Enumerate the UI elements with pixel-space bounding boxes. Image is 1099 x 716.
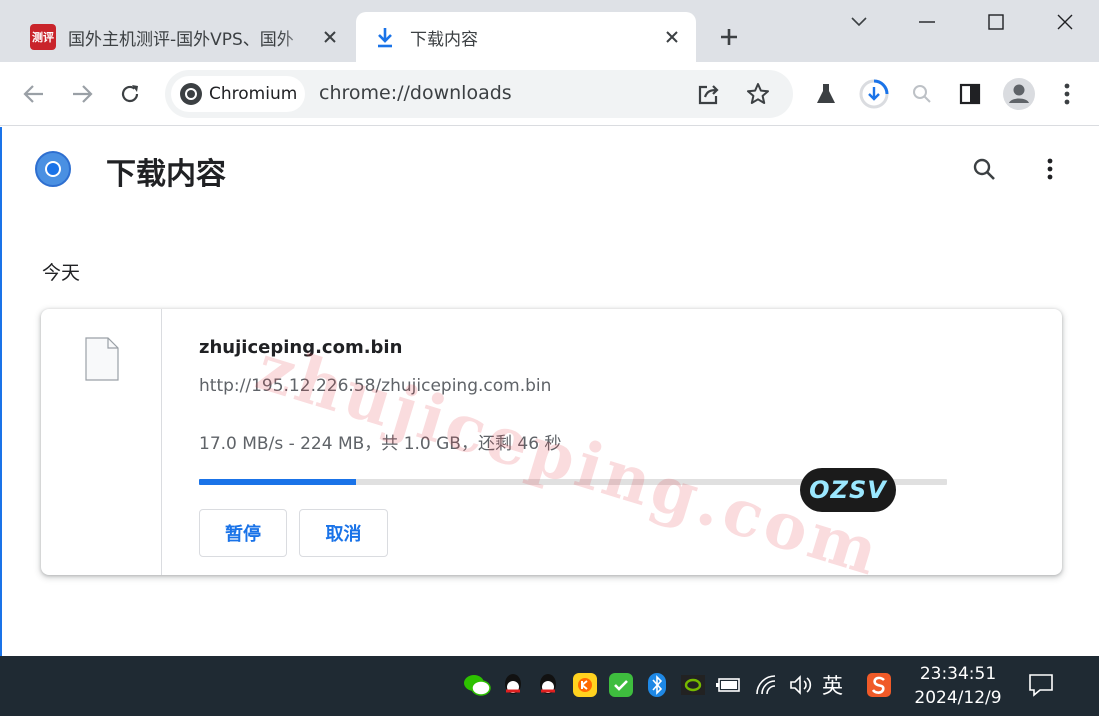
k-app-icon[interactable]: [570, 670, 600, 700]
labs-flask-icon[interactable]: [806, 74, 846, 114]
profile-avatar-icon[interactable]: [999, 74, 1039, 114]
downloads-page: 下载内容 今天 zhujiceping.com.bin http://195.1…: [0, 127, 1099, 656]
wifi-icon[interactable]: [752, 670, 782, 700]
bookmark-star-icon[interactable]: [738, 74, 778, 114]
cancel-button[interactable]: 取消: [299, 509, 388, 557]
menu-kebab-icon[interactable]: [1047, 74, 1087, 114]
chip-label: Chromium: [209, 84, 298, 104]
tab-title: 国外主机测评-国外VPS、国外: [68, 29, 294, 50]
site-logo-icon: 测评: [30, 24, 56, 50]
address-bar[interactable]: Chromium chrome://downloads: [165, 70, 793, 118]
share-icon[interactable]: [689, 74, 729, 114]
watermark-stamp: OZSV: [800, 468, 896, 512]
progress-bar-fill: [199, 479, 357, 485]
file-icon: [85, 337, 119, 385]
system-clock[interactable]: 23:34:51 2024/12/9: [910, 662, 1006, 710]
site-info-chip[interactable]: Chromium: [171, 76, 305, 112]
clock-time: 23:34:51: [919, 664, 997, 684]
close-icon[interactable]: [658, 23, 686, 51]
more-actions-icon[interactable]: [1030, 149, 1070, 189]
close-icon[interactable]: [316, 23, 344, 51]
back-button[interactable]: [14, 74, 54, 114]
tab-downloads[interactable]: 下载内容: [356, 12, 696, 62]
pause-button[interactable]: 暂停: [199, 509, 287, 557]
notification-center-icon[interactable]: [1026, 670, 1056, 700]
window-close-button[interactable]: [1031, 0, 1099, 44]
minimize-button[interactable]: [893, 0, 961, 44]
maximize-button[interactable]: [962, 0, 1030, 44]
downloads-button-icon[interactable]: [854, 74, 894, 114]
checkmark-app-icon[interactable]: [606, 670, 636, 700]
sogou-icon[interactable]: [864, 670, 894, 700]
new-tab-button[interactable]: [712, 20, 746, 54]
qq-icon[interactable]: [498, 670, 528, 700]
url-text[interactable]: chrome://downloads: [319, 82, 512, 104]
ime-indicator[interactable]: 英: [822, 670, 843, 700]
side-panel-icon[interactable]: [950, 74, 990, 114]
nvidia-icon[interactable]: [678, 670, 708, 700]
browser-toolbar: Chromium chrome://downloads: [0, 62, 1099, 126]
taskbar: 英 23:34:51 2024/12/9: [0, 656, 1099, 716]
chromium-logo-icon: [179, 82, 203, 106]
search-icon[interactable]: [964, 149, 1004, 189]
file-icon-column: [41, 309, 162, 575]
battery-icon[interactable]: [714, 670, 744, 700]
bluetooth-icon[interactable]: [642, 670, 672, 700]
zoom-search-icon[interactable]: [902, 74, 942, 114]
volume-icon[interactable]: [786, 670, 816, 700]
qq-icon[interactable]: [533, 670, 563, 700]
download-icon: [372, 24, 398, 50]
reload-button[interactable]: [110, 74, 150, 114]
forward-button[interactable]: [62, 74, 102, 114]
page-title: 下载内容: [106, 157, 226, 192]
tab-site[interactable]: 测评 国外主机测评-国外VPS、国外: [14, 12, 354, 62]
tab-strip: 测评 国外主机测评-国外VPS、国外 下载内容: [0, 0, 1099, 62]
chrome-logo-icon: [35, 151, 71, 187]
wechat-icon[interactable]: [462, 670, 492, 700]
tab-search-button[interactable]: [825, 0, 893, 44]
clock-date: 2024/12/9: [914, 688, 1002, 708]
date-section-header: 今天: [42, 262, 81, 284]
tab-title: 下载内容: [410, 29, 478, 50]
